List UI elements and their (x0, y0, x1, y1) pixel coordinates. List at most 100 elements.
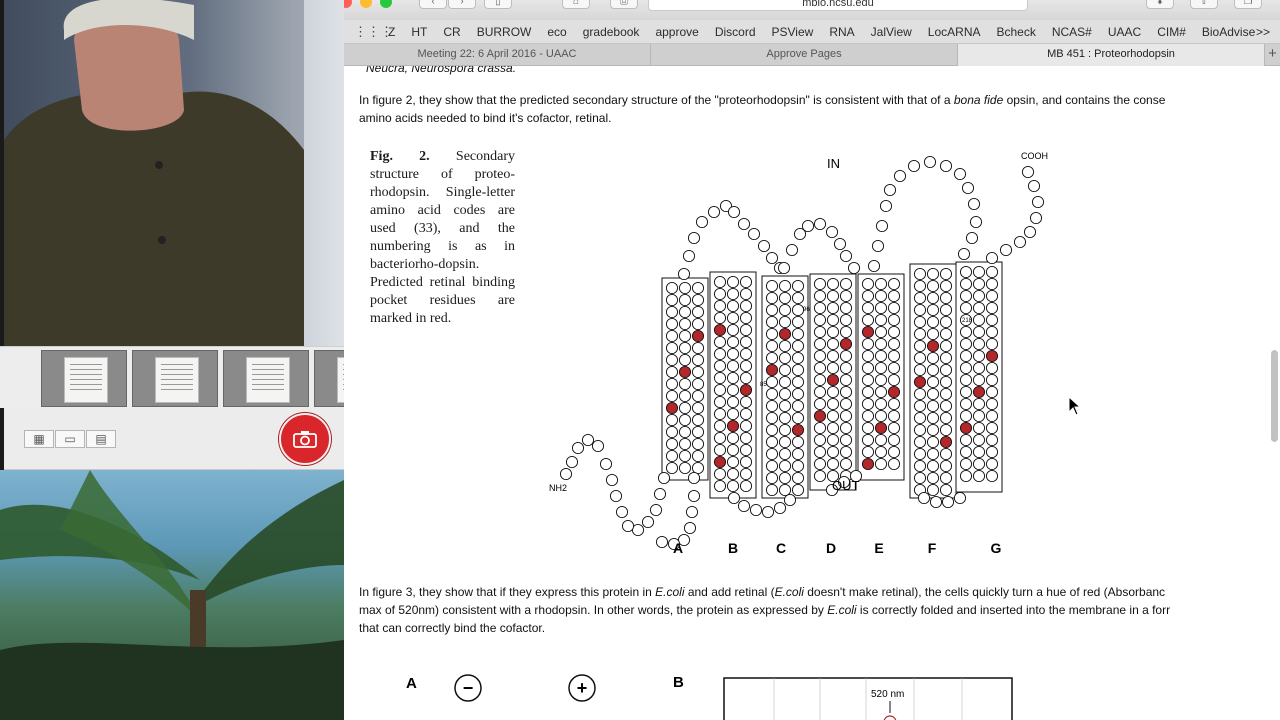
residue (826, 421, 840, 435)
residue (813, 301, 827, 315)
favorite-link[interactable]: JalView (863, 25, 920, 39)
residue (839, 361, 853, 375)
residue (959, 385, 973, 399)
thumbnail[interactable] (41, 350, 127, 407)
residue (874, 301, 888, 315)
favorite-link[interactable]: approve (647, 25, 706, 39)
residue (665, 365, 679, 379)
residue (791, 387, 805, 401)
residue (985, 301, 999, 315)
residue (985, 313, 999, 327)
thumbnail[interactable] (314, 350, 344, 407)
residue (985, 469, 999, 483)
residue (959, 469, 973, 483)
residue (713, 467, 727, 481)
residue (913, 459, 927, 473)
residue (726, 443, 740, 457)
residue (826, 397, 840, 411)
favorite-link[interactable]: Bcheck (988, 25, 1043, 39)
favorite-link[interactable]: Z (380, 25, 403, 39)
residue (765, 447, 779, 461)
residue (691, 293, 705, 307)
residue (713, 287, 727, 301)
residue (985, 457, 999, 471)
residue (959, 361, 973, 375)
favorite-link[interactable]: CR (435, 25, 468, 39)
residue (826, 349, 840, 363)
tab-uaac-meeting[interactable]: Meeting 22: 6 April 2016 - UAAC (344, 44, 651, 66)
favorite-link[interactable]: LocARNA (920, 25, 989, 39)
residue (879, 199, 893, 213)
residue (861, 277, 875, 291)
residue (913, 363, 927, 377)
residue (778, 435, 792, 449)
back-icon[interactable]: ‹ (419, 0, 447, 9)
residue (871, 239, 885, 253)
residue (726, 359, 740, 373)
favorite-link[interactable]: BioAdvise (1194, 25, 1263, 39)
residue (778, 291, 792, 305)
favorite-link[interactable]: Discord (707, 25, 764, 39)
downloads-icon[interactable]: ⬇ (1146, 0, 1174, 9)
favorite-link[interactable]: NCAS# (1044, 25, 1100, 39)
favorite-link[interactable]: CIM# (1149, 25, 1194, 39)
new-tab-button[interactable]: + (1265, 44, 1280, 65)
residue (739, 443, 753, 457)
residue (826, 337, 840, 351)
vertical-scrollbar[interactable] (1271, 350, 1278, 442)
residue (791, 447, 805, 461)
thumbnail[interactable] (223, 350, 309, 407)
residue (972, 277, 986, 291)
tab-proteorhodopsin[interactable]: MB 451 : Proteorhodopsin (958, 44, 1265, 66)
inside-label: IN (827, 156, 840, 171)
take-photo-button[interactable] (279, 413, 331, 465)
residue (791, 303, 805, 317)
tab-approve-pages[interactable]: Approve Pages (651, 44, 958, 66)
share-icon[interactable]: ⇧ (1190, 0, 1218, 9)
residue (839, 433, 853, 447)
address-bar[interactable]: mbio.ncsu.edu (648, 0, 1028, 11)
figure3-preview: A − + B 520 nm (406, 674, 1013, 720)
favorite-link[interactable]: eco (539, 25, 574, 39)
residue (926, 387, 940, 401)
thumbnail[interactable] (132, 350, 218, 407)
sidebar-icon[interactable]: ▯ (484, 0, 512, 9)
residue (691, 281, 705, 295)
residue (926, 279, 940, 293)
residue (791, 459, 805, 473)
residue (839, 457, 853, 471)
retinal-pocket-residue (739, 383, 753, 397)
favorite-link[interactable]: PSView (764, 25, 822, 39)
filmstrip-view-icon[interactable]: ▤ (86, 430, 116, 448)
residue (926, 399, 940, 413)
favorite-link[interactable]: UAAC (1100, 25, 1149, 39)
residue (726, 275, 740, 289)
residue (887, 349, 901, 363)
residue (985, 277, 999, 291)
forward-icon[interactable]: › (448, 0, 476, 9)
residue (778, 351, 792, 365)
favorite-link[interactable]: RNA (821, 25, 862, 39)
residue (778, 447, 792, 461)
favorite-link[interactable]: BURROW (469, 25, 540, 39)
residue (791, 327, 805, 341)
residue (861, 313, 875, 327)
residue (813, 433, 827, 447)
residue (939, 459, 953, 473)
home-icon[interactable]: ⌂ (562, 0, 590, 9)
residue (887, 445, 901, 459)
retinal-pocket-residue (678, 365, 692, 379)
grid-view-icon[interactable]: ▦ (24, 430, 54, 448)
tabs-overview-icon[interactable]: ❐ (1234, 0, 1262, 9)
paragraph-figure3: In figure 3, they show that if they expr… (359, 585, 1166, 599)
favorite-link[interactable]: gradebook (575, 25, 648, 39)
residue (939, 411, 953, 425)
single-view-icon[interactable]: ▭ (55, 430, 85, 448)
more-favorites-icon[interactable]: >> (1256, 25, 1270, 39)
residue (707, 205, 721, 219)
residue (874, 397, 888, 411)
residue (665, 293, 679, 307)
favorite-link[interactable]: HT (403, 25, 435, 39)
apps-grid-icon[interactable]: ⋮⋮⋮ (354, 24, 393, 40)
print-icon[interactable]: ⎙ (610, 0, 638, 9)
